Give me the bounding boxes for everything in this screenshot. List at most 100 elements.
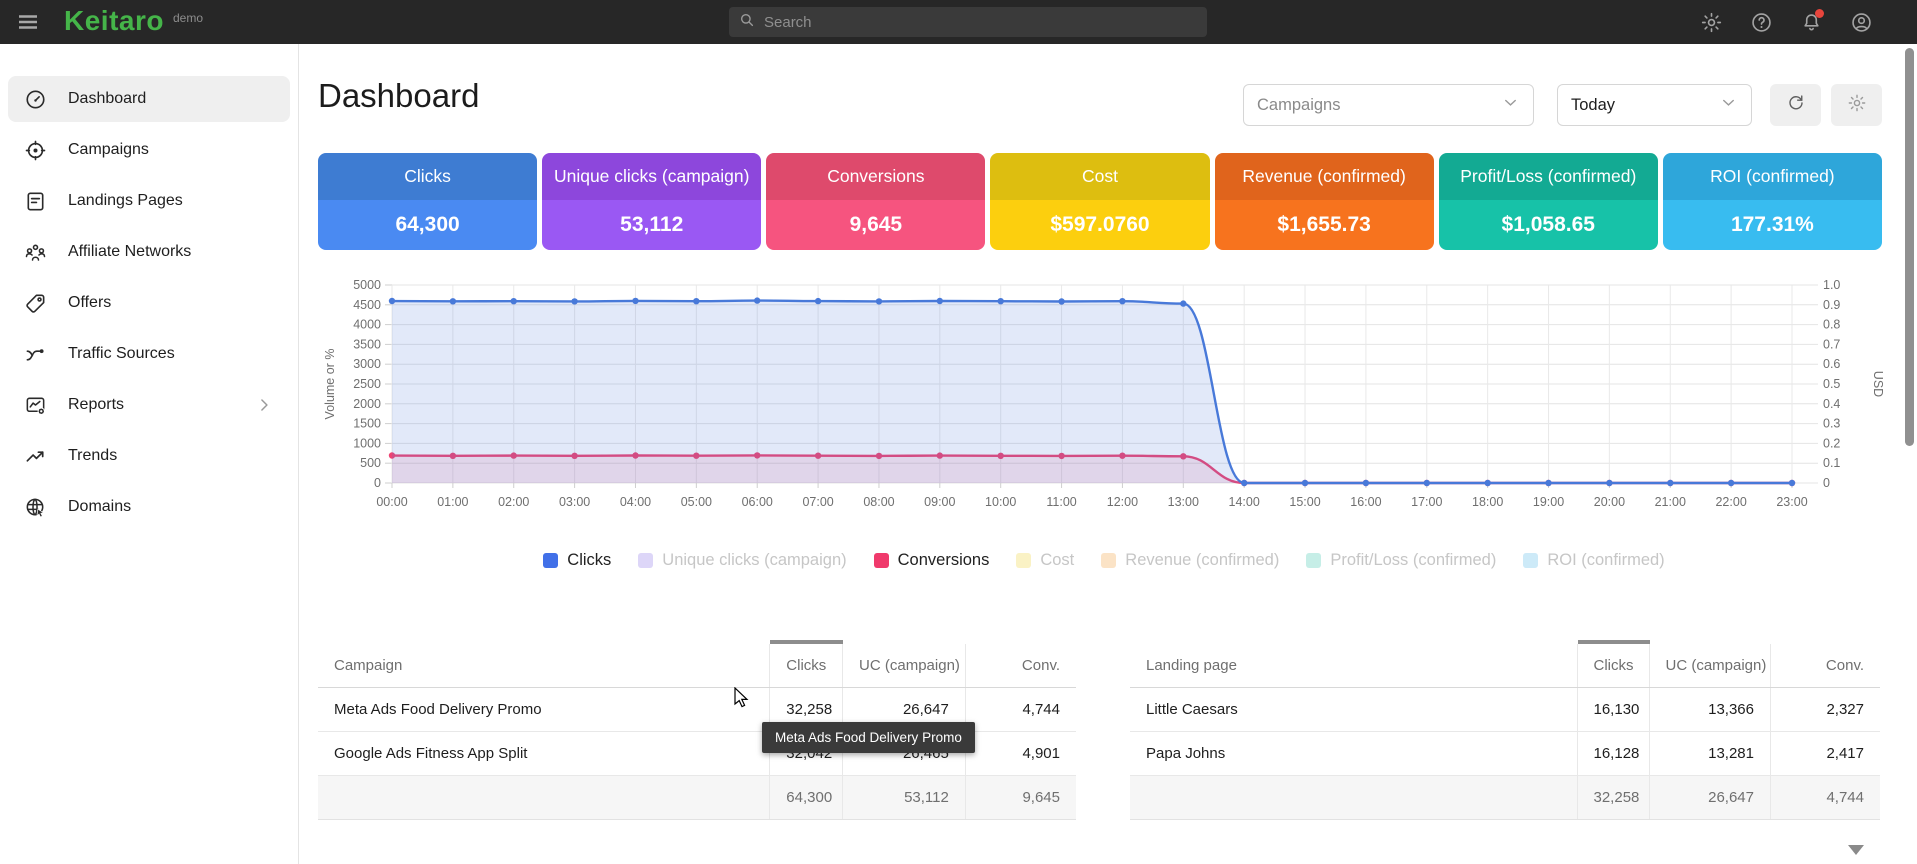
sidebar-item-label: Trends — [68, 447, 117, 465]
landings-pages-icon — [24, 190, 47, 213]
stat-card-label: Clicks — [318, 153, 537, 200]
stat-card-revenue-confirmed[interactable]: Revenue (confirmed)$1,655.73 — [1215, 153, 1434, 250]
legend-swatch — [543, 553, 558, 568]
svg-text:3500: 3500 — [353, 337, 381, 351]
svg-text:1.0: 1.0 — [1823, 278, 1840, 292]
menu-icon[interactable] — [16, 10, 40, 34]
legend-swatch — [638, 553, 653, 568]
sidebar-item-offers[interactable]: Offers — [8, 280, 290, 326]
stat-card-profit-loss-confirmed[interactable]: Profit/Loss (confirmed)$1,058.65 — [1439, 153, 1658, 250]
row-name-cell[interactable]: Little Caesars — [1130, 688, 1577, 732]
table-row[interactable]: Papa Johns16,12813,2812,417 — [1130, 732, 1880, 776]
stat-card-conversions[interactable]: Conversions9,645 — [766, 153, 985, 250]
column-header-uc-campaign[interactable]: UC (campaign) — [1649, 642, 1771, 688]
notifications-icon[interactable] — [1800, 11, 1823, 34]
sidebar-item-dashboard[interactable]: Dashboard — [8, 76, 290, 122]
campaigns-filter-select[interactable]: Campaigns — [1243, 84, 1534, 126]
column-header-landing-page[interactable]: Landing page — [1130, 642, 1577, 688]
dashboard-settings-button[interactable] — [1831, 84, 1882, 126]
svg-text:5000: 5000 — [353, 278, 381, 292]
svg-text:0.9: 0.9 — [1823, 298, 1840, 312]
row-value-cell: 13,366 — [1649, 688, 1771, 732]
sidebar-item-label: Campaigns — [68, 141, 149, 159]
sidebar-item-label: Domains — [68, 498, 131, 516]
refresh-button[interactable] — [1770, 84, 1821, 126]
column-header-conv[interactable]: Conv. — [965, 642, 1076, 688]
stat-card-cost[interactable]: Cost$597.0760 — [990, 153, 1209, 250]
legend-label: Revenue (confirmed) — [1125, 551, 1279, 570]
settings-icon[interactable] — [1700, 11, 1723, 34]
legend-item-profit-loss-confirmed[interactable]: Profit/Loss (confirmed) — [1306, 551, 1496, 570]
svg-text:07:00: 07:00 — [802, 495, 833, 509]
table-row[interactable]: Little Caesars16,13013,3662,327 — [1130, 688, 1880, 732]
row-name-cell[interactable]: Google Ads Fitness App Split — [318, 732, 770, 776]
legend-item-clicks[interactable]: Clicks — [543, 551, 611, 570]
svg-text:03:00: 03:00 — [559, 495, 590, 509]
traffic-chart: 0500100015002000250030003500400045005000… — [318, 278, 1890, 526]
svg-text:3000: 3000 — [353, 357, 381, 371]
svg-text:21:00: 21:00 — [1655, 495, 1686, 509]
stat-card-label: Unique clicks (campaign) — [542, 153, 761, 200]
column-header-uc-campaign[interactable]: UC (campaign) — [843, 642, 966, 688]
svg-text:19:00: 19:00 — [1533, 495, 1564, 509]
legend-item-revenue-confirmed[interactable]: Revenue (confirmed) — [1101, 551, 1279, 570]
row-name-cell[interactable]: Meta Ads Food Delivery Promo — [318, 688, 770, 732]
row-value-cell: 13,281 — [1649, 732, 1771, 776]
scrollbar-thumb[interactable] — [1905, 48, 1914, 446]
svg-text:04:00: 04:00 — [620, 495, 651, 509]
totals-row: 64,30053,1129,645 — [318, 776, 1076, 820]
sidebar-item-label: Offers — [68, 294, 111, 312]
row-value-cell: 16,130 — [1577, 688, 1649, 732]
row-value-cell: 2,417 — [1771, 732, 1881, 776]
help-icon[interactable] — [1750, 11, 1773, 34]
legend-item-cost[interactable]: Cost — [1016, 551, 1074, 570]
stat-card-value: $1,655.73 — [1215, 200, 1434, 250]
svg-text:02:00: 02:00 — [498, 495, 529, 509]
table-header-row: Landing pageClicksUC (campaign)Conv. — [1130, 642, 1880, 688]
sidebar-item-affiliate-networks[interactable]: Affiliate Networks — [8, 229, 290, 275]
search-input[interactable] — [764, 14, 1198, 31]
stat-card-label: Conversions — [766, 153, 985, 200]
svg-text:0.7: 0.7 — [1823, 337, 1840, 351]
column-header-conv[interactable]: Conv. — [1771, 642, 1881, 688]
column-header-clicks[interactable]: Clicks — [1577, 642, 1649, 688]
search-box[interactable] — [729, 7, 1207, 37]
mouse-cursor — [733, 687, 753, 714]
landings-table: Landing pageClicksUC (campaign)Conv.Litt… — [1130, 640, 1880, 820]
account-icon[interactable] — [1850, 11, 1873, 34]
legend-swatch — [874, 553, 889, 568]
total-cell: 53,112 — [843, 776, 966, 820]
stat-card-label: Cost — [990, 153, 1209, 200]
stat-card-clicks[interactable]: Clicks64,300 — [318, 153, 537, 250]
stat-card-value: 53,112 — [542, 200, 761, 250]
row-name-cell[interactable]: Papa Johns — [1130, 732, 1577, 776]
legend-item-unique-clicks-campaign[interactable]: Unique clicks (campaign) — [638, 551, 846, 570]
svg-text:01:00: 01:00 — [437, 495, 468, 509]
svg-text:12:00: 12:00 — [1107, 495, 1138, 509]
sidebar-item-label: Landings Pages — [68, 192, 183, 210]
sidebar-item-landings-pages[interactable]: Landings Pages — [8, 178, 290, 224]
stat-card-unique-clicks-campaign[interactable]: Unique clicks (campaign)53,112 — [542, 153, 761, 250]
app-logo[interactable]: Keitaro demo — [64, 5, 203, 37]
reports-icon — [24, 394, 47, 417]
legend-item-conversions[interactable]: Conversions — [874, 551, 990, 570]
sidebar-item-trends[interactable]: Trends — [8, 433, 290, 479]
scroll-down-icon[interactable] — [1848, 845, 1864, 855]
svg-text:0.4: 0.4 — [1823, 397, 1840, 411]
sidebar-item-campaigns[interactable]: Campaigns — [8, 127, 290, 173]
stat-card-roi-confirmed[interactable]: ROI (confirmed)177.31% — [1663, 153, 1882, 250]
date-range-select[interactable]: Today — [1557, 84, 1752, 126]
column-header-campaign[interactable]: Campaign — [318, 642, 770, 688]
traffic-chart-svg: 0500100015002000250030003500400045005000… — [318, 278, 1890, 526]
sidebar-item-label: Traffic Sources — [68, 345, 175, 363]
svg-text:20:00: 20:00 — [1594, 495, 1625, 509]
sidebar-item-domains[interactable]: Domains — [8, 484, 290, 530]
stat-card-value: 177.31% — [1663, 200, 1882, 250]
legend-swatch — [1101, 553, 1116, 568]
svg-text:500: 500 — [360, 456, 381, 470]
svg-text:23:00: 23:00 — [1776, 495, 1807, 509]
legend-item-roi-confirmed[interactable]: ROI (confirmed) — [1523, 551, 1664, 570]
column-header-clicks[interactable]: Clicks — [770, 642, 843, 688]
sidebar-item-traffic-sources[interactable]: Traffic Sources — [8, 331, 290, 377]
sidebar-item-reports[interactable]: Reports — [8, 382, 290, 428]
